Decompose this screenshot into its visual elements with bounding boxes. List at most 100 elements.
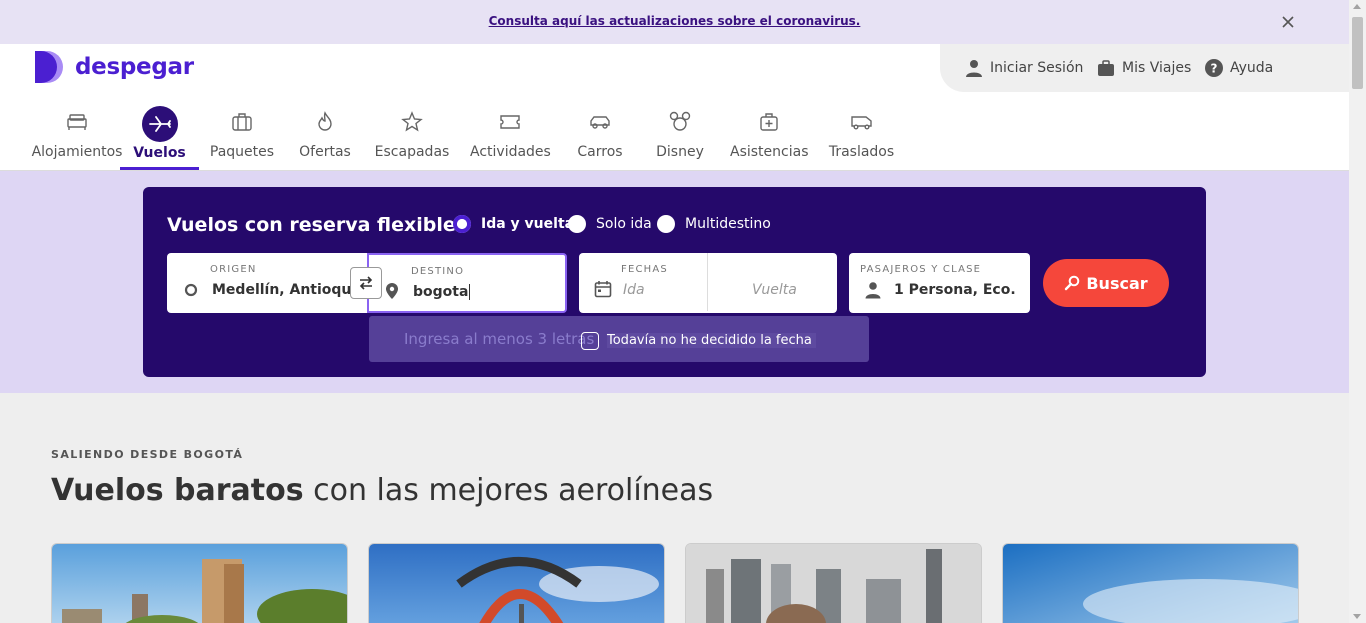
bed-icon <box>67 114 87 130</box>
search-band: Vuelos con reserva flexible Ida y vuelta… <box>0 171 1349 393</box>
search-button-label: Buscar <box>1086 273 1148 293</box>
nav-item-traslados[interactable]: Traslados <box>828 106 895 170</box>
nav-label: Ofertas <box>299 144 351 160</box>
flame-icon <box>318 111 332 131</box>
logo-wordmark: despegar <box>75 54 194 80</box>
nav-label: Disney <box>656 144 704 160</box>
user-menu: Iniciar Sesión Mis Viajes ? Ayuda <box>940 44 1349 92</box>
scrollbar-thumb[interactable] <box>1352 17 1363 89</box>
nav-item-carros[interactable]: Carros <box>570 106 630 170</box>
return-date-input[interactable]: Vuelta <box>752 282 797 298</box>
trip-type-oneway[interactable]: Solo ida <box>568 215 652 233</box>
destination-suggestions-dropdown: Ingresa al menos 3 letras Todavía no he … <box>369 316 869 362</box>
origin-circle-icon <box>184 283 198 297</box>
login-button[interactable]: Iniciar Sesión <box>964 58 1083 78</box>
origin-value: Medellín, Antioqui... <box>212 282 352 298</box>
destination-card[interactable] <box>1002 543 1299 623</box>
mickey-icon <box>669 111 691 131</box>
min-letters-hint: Ingresa al menos 3 letras <box>404 330 595 348</box>
scroll-down-icon[interactable] <box>1353 614 1361 619</box>
rollercoaster-photo <box>369 544 664 623</box>
date-divider <box>707 253 708 311</box>
nav-label: Paquetes <box>209 144 275 160</box>
coronavirus-alert-banner: Consulta aquí las actualizaciones sobre … <box>0 0 1349 44</box>
section-eyebrow: SALIENDO DESDE BOGOTÁ <box>51 448 244 461</box>
nav-item-escapadas[interactable]: Escapadas <box>373 106 451 170</box>
scroll-up-icon[interactable] <box>1353 4 1361 9</box>
logo-mark-icon <box>35 51 63 83</box>
nav-item-alojamientos[interactable]: Alojamientos <box>30 106 124 170</box>
nav-item-ofertas[interactable]: Ofertas <box>295 106 355 170</box>
briefcase-icon <box>1098 60 1114 76</box>
nav-label: Actividades <box>470 144 551 160</box>
passengers-value: 1 Persona, Eco... <box>894 282 1016 298</box>
destination-input[interactable]: bogota <box>413 284 471 300</box>
nav-label: Alojamientos <box>31 144 123 160</box>
suitcase-icon <box>232 113 252 131</box>
nav-item-vuelos[interactable]: Vuelos <box>120 106 199 170</box>
svg-text:?: ? <box>1211 62 1218 76</box>
city-photo <box>52 544 347 623</box>
despegar-logo[interactable]: despegar <box>35 51 194 83</box>
nav-label: Escapadas <box>374 144 450 160</box>
radio-button <box>657 215 675 233</box>
page-scrollbar[interactable] <box>1349 0 1366 623</box>
person-icon <box>865 282 881 299</box>
trip-type-multidestination[interactable]: Multidestino <box>657 215 771 233</box>
nav-item-asistencias[interactable]: Asistencias <box>730 106 809 170</box>
search-title: Vuelos con reserva flexible <box>167 214 456 236</box>
skyline-photo <box>686 544 981 623</box>
departure-date-input[interactable]: Ida <box>623 282 645 298</box>
nav-label: Vuelos <box>133 145 186 161</box>
destination-card[interactable] <box>368 543 665 623</box>
nav-item-disney[interactable]: Disney <box>650 106 710 170</box>
nav-label: Carros <box>577 144 623 160</box>
help-label: Ayuda <box>1230 60 1274 76</box>
my-trips-label: Mis Viajes <box>1122 60 1192 76</box>
radio-button <box>453 215 471 233</box>
help-button[interactable]: ? Ayuda <box>1204 58 1273 78</box>
origin-caption: ORIGEN <box>210 264 257 275</box>
headline-bold: Vuelos baratos <box>51 473 304 508</box>
calendar-icon <box>594 281 612 298</box>
star-icon <box>401 111 423 132</box>
undecided-date-checkbox[interactable] <box>581 332 599 350</box>
passengers-caption: PASAJEROS Y CLASE <box>860 264 982 275</box>
undecided-date-label: Todavía no he decidido la fecha <box>607 333 816 348</box>
ticket-icon <box>500 115 520 129</box>
swap-arrows-icon <box>359 276 373 290</box>
site-header: despegar Iniciar Sesión Mis Viajes ? Ayu… <box>0 44 1349 171</box>
radio-button <box>568 215 586 233</box>
nav-item-paquetes[interactable]: Paquetes <box>207 106 277 170</box>
login-label: Iniciar Sesión <box>990 60 1084 76</box>
user-icon <box>966 60 982 77</box>
help-icon: ? <box>1205 59 1223 77</box>
section-headline: Vuelos baratos con las mejores aerolínea… <box>51 473 713 508</box>
search-button[interactable]: Buscar <box>1043 259 1169 307</box>
passengers-field[interactable]: PASAJEROS Y CLASE 1 Persona, Eco... <box>849 253 1030 313</box>
medkit-icon <box>760 113 778 131</box>
nav-label: Asistencias <box>730 144 809 160</box>
search-icon <box>1065 275 1080 291</box>
plane-icon <box>148 116 171 132</box>
trip-type-roundtrip[interactable]: Ida y vuelta <box>453 215 574 233</box>
nav-item-actividades[interactable]: Actividades <box>470 106 551 170</box>
my-trips-button[interactable]: Mis Viajes <box>1096 58 1191 78</box>
dates-field[interactable]: FECHAS Ida Vuelta <box>579 253 837 313</box>
destination-caption: DESTINO <box>411 266 465 277</box>
active-underline <box>120 167 199 170</box>
origin-field[interactable]: ORIGEN Medellín, Antioqui... <box>167 253 367 313</box>
flight-search-box: Vuelos con reserva flexible Ida y vuelta… <box>143 187 1206 377</box>
trip-type-label: Ida y vuelta <box>481 216 575 232</box>
dates-caption: FECHAS <box>621 264 668 275</box>
swap-button[interactable] <box>350 267 382 299</box>
car-icon <box>590 116 610 129</box>
destination-field[interactable]: DESTINO bogota <box>367 253 567 313</box>
close-icon[interactable] <box>1279 13 1297 31</box>
coronavirus-updates-link[interactable]: Consulta aquí las actualizaciones sobre … <box>0 14 1349 28</box>
pin-icon <box>386 283 398 299</box>
trip-type-label: Solo ida <box>596 216 652 232</box>
bus-icon <box>850 116 872 130</box>
destination-card[interactable] <box>51 543 348 623</box>
destination-card[interactable] <box>685 543 982 623</box>
